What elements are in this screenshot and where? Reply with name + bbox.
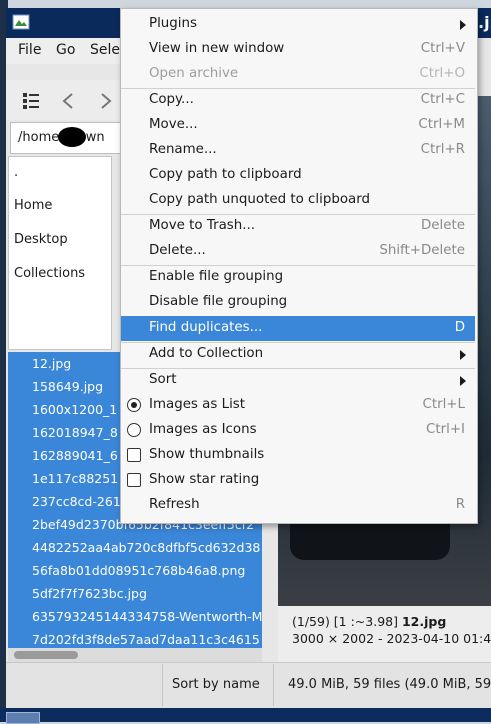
menu-item-copy-path-unquoted[interactable]: Copy path unquoted to clipboard: [121, 188, 475, 213]
list-item[interactable]: 4482252aa4ab720c8dfbf5cd632d38: [32, 540, 260, 555]
checkbox-icon: [127, 448, 141, 462]
menu-item-label: Add to Collection: [149, 346, 264, 361]
menu-item-label: Find duplicates...: [149, 320, 263, 335]
folder-item-collections[interactable]: Collections: [14, 266, 85, 281]
menu-item-shortcut: Ctrl+C: [420, 92, 465, 107]
image-filename: 12.jpg: [401, 614, 447, 629]
menu-item-shortcut: Ctrl+V: [420, 41, 465, 56]
menu-item-shortcut: Ctrl+L: [422, 397, 465, 412]
submenu-arrow-icon: [460, 376, 466, 386]
menu-item-label: Sort: [149, 372, 177, 387]
forward-icon[interactable]: [94, 90, 116, 112]
list-view-icon[interactable]: [20, 90, 42, 112]
menu-item-disable-grouping[interactable]: Disable file grouping: [121, 290, 475, 315]
radio-selected-icon: [127, 398, 141, 412]
folder-item-desktop[interactable]: Desktop: [14, 232, 68, 247]
menu-item-plugins[interactable]: Plugins: [121, 12, 475, 37]
menu-item-shortcut: Ctrl+R: [420, 142, 465, 157]
menu-item-shortcut: R: [455, 497, 465, 512]
image-info-line2: 3000 × 2002 - 2023-04-10 01:4: [292, 631, 491, 646]
image-info-line1: (1/59) [1 :~3.98] 12.jpg: [292, 614, 446, 629]
menu-item-shortcut: D: [454, 320, 465, 335]
status-summary: 49.0 MiB, 59 files (49.0 MiB, 59: [288, 677, 491, 692]
list-item[interactable]: 7d202fd3f8de57aad7daa11c3c4615: [32, 632, 260, 647]
menu-go[interactable]: Go: [56, 42, 75, 58]
menu-item-enable-grouping[interactable]: Enable file grouping: [121, 265, 475, 290]
menu-item-label: Copy path unquoted to clipboard: [149, 192, 370, 207]
menu-item-label: View in new window: [149, 41, 285, 56]
menu-item-shortcut: Ctrl+I: [426, 422, 465, 437]
back-icon[interactable]: [58, 90, 80, 112]
menu-item-copy-path[interactable]: Copy path to clipboard: [121, 163, 475, 188]
menu-item-label: Disable file grouping: [149, 294, 288, 309]
radio-unselected-icon: [127, 423, 141, 437]
menu-item-show-star-rating[interactable]: Show star rating: [121, 468, 475, 493]
image-index-text: (1/59) [1 :~3.98]: [292, 614, 402, 629]
menu-item-label: Move...: [149, 117, 198, 132]
window-title: .jp: [478, 13, 491, 32]
list-item[interactable]: 162889041_6: [32, 448, 118, 463]
menu-item-label: Images as List: [149, 397, 246, 412]
list-item[interactable]: 1e117c88251: [32, 471, 118, 486]
menu-item-show-thumbnails[interactable]: Show thumbnails: [121, 443, 475, 468]
scrollbar-thumb[interactable]: [14, 651, 78, 659]
submenu-arrow-icon: [460, 350, 466, 360]
menu-item-find-duplicates[interactable]: Find duplicates... D: [121, 316, 475, 341]
submenu-arrow-icon: [460, 20, 466, 30]
folder-pane: [8, 156, 112, 350]
menu-item-label: Rename...: [149, 142, 217, 157]
folder-item-home[interactable]: Home: [14, 198, 52, 213]
menu-item-label: Show thumbnails: [149, 447, 265, 462]
menu-item-sort[interactable]: Sort: [121, 368, 475, 393]
taskbar-button[interactable]: [6, 712, 40, 724]
menu-item-shortcut: Shift+Delete: [379, 243, 465, 258]
list-item[interactable]: 158649.jpg: [32, 379, 103, 394]
sort-button-label: Sort by name: [172, 677, 260, 692]
menu-item-label: Refresh: [149, 497, 200, 512]
folder-item[interactable]: .: [14, 165, 18, 180]
menu-item-move-to-trash[interactable]: Move to Trash... Delete: [121, 214, 475, 239]
menu-file[interactable]: File: [18, 42, 41, 58]
menu-item-shortcut: Ctrl+O: [419, 66, 465, 81]
menu-item-label: Copy...: [149, 92, 194, 107]
list-item[interactable]: 56fa8b01dd08951c768b46a8.png: [32, 563, 245, 578]
menu-item-delete[interactable]: Delete... Shift+Delete: [121, 239, 475, 264]
menu-item-label: Move to Trash...: [149, 218, 256, 233]
menu-item-label: Images as Icons: [149, 422, 257, 437]
menu-item-label: Show star rating: [149, 472, 260, 487]
menu-item-label: Open archive: [149, 66, 239, 81]
app-window-icon[interactable]: [12, 14, 30, 30]
list-item[interactable]: 12.jpg: [32, 356, 71, 371]
redaction-blot: [58, 127, 86, 147]
list-item[interactable]: 5df2f7f7623bc.jpg: [32, 586, 147, 601]
checkbox-icon: [127, 473, 141, 487]
menu-item-rename[interactable]: Rename... Ctrl+R: [121, 138, 475, 163]
menu-item-add-to-collection[interactable]: Add to Collection: [121, 342, 475, 367]
menu-item-open-archive: Open archive Ctrl+O: [121, 62, 475, 87]
menu-item-refresh[interactable]: Refresh R: [121, 493, 475, 518]
menu-item-label: Enable file grouping: [149, 269, 284, 284]
menu-item-images-as-icons[interactable]: Images as Icons Ctrl+I: [121, 418, 475, 443]
menu-item-label: Copy path to clipboard: [149, 167, 302, 182]
menu-item-images-as-list[interactable]: Images as List Ctrl+L: [121, 393, 475, 418]
menu-item-view-in-new-window[interactable]: View in new window Ctrl+V: [121, 37, 475, 62]
menu-item-shortcut: Delete: [421, 218, 465, 233]
list-item[interactable]: 162018947_8: [32, 425, 118, 440]
menu-item-shortcut: Ctrl+M: [418, 117, 465, 132]
list-item[interactable]: 635793245144334758-Wentworth-M: [32, 609, 262, 624]
list-item[interactable]: 1600x1200_1: [32, 402, 117, 417]
menu-item-move[interactable]: Move... Ctrl+M: [121, 113, 475, 138]
menu-item-label: Plugins: [149, 16, 197, 31]
menu-item-copy[interactable]: Copy... Ctrl+C: [121, 88, 475, 113]
menu-item-label: Delete...: [149, 243, 206, 258]
taskbar: [0, 708, 491, 722]
list-item[interactable]: 237cc8cd-261: [32, 494, 121, 509]
